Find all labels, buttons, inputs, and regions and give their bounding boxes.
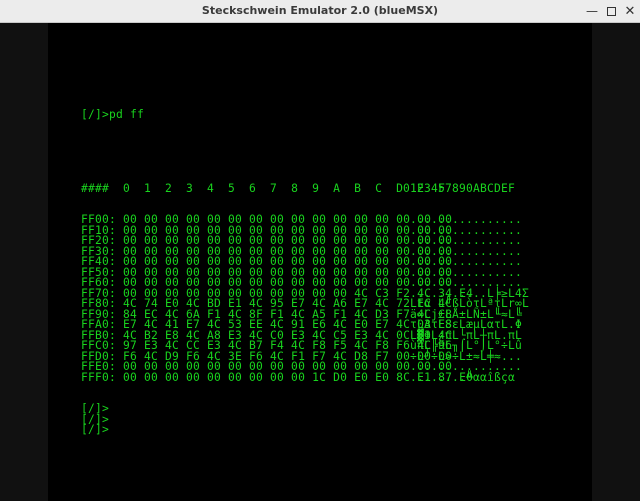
terminal-output: [/]>pd ff #### 0 1 2 3 4 5 6 7 8 9 A B C… [81, 89, 529, 457]
minimize-icon: — [586, 4, 598, 18]
command-line: [/]>pd ff [81, 108, 145, 121]
row-address: FFF0: [81, 370, 117, 384]
emulator-screen[interactable]: [/]>pd ff #### 0 1 2 3 4 5 6 7 8 9 A B C… [48, 23, 592, 501]
row-hex-bytes: 00 00 00 00 00 00 00 00 00 1C D0 E0 E0 8… [123, 370, 474, 384]
prompt-line: [/]> [81, 412, 110, 426]
title-bar[interactable]: Steckschwein Emulator 2.0 (blueMSX) — ✕ [0, 0, 640, 23]
maximize-icon [606, 6, 616, 16]
blank-lines [81, 142, 529, 163]
header-addr: #### [81, 181, 110, 195]
header-ascii: 0123457890ABCDEF [403, 181, 516, 195]
minimize-button[interactable]: — [584, 3, 600, 19]
dump-header: #### 0 1 2 3 4 5 6 7 8 9 A B C D E F0123… [81, 181, 529, 195]
left-border [0, 23, 48, 501]
prompt-line: [/]> [81, 423, 110, 436]
header-hex: 0 1 2 3 4 5 6 7 8 9 A B C D E F [116, 181, 446, 195]
close-icon: ✕ [624, 3, 636, 19]
prompt-lines: [/]> [/]> [/]> [81, 402, 529, 436]
row-ascii: ........╨ααîßçα [410, 370, 516, 384]
right-border [592, 23, 640, 501]
maximize-button[interactable] [603, 3, 619, 19]
window-title: Steckschwein Emulator 2.0 (blueMSX) [201, 4, 439, 17]
close-button[interactable]: ✕ [622, 3, 638, 19]
dump-rows: FF00: 00 00 00 00 00 00 00 00 00 00 00 0… [81, 214, 529, 384]
prompt-line: [/]> [81, 402, 110, 415]
dump-row: FFF0: 00 00 00 00 00 00 00 00 00 1C D0 E… [81, 370, 529, 384]
emulator-window: Steckschwein Emulator 2.0 (blueMSX) — ✕ … [0, 0, 640, 501]
